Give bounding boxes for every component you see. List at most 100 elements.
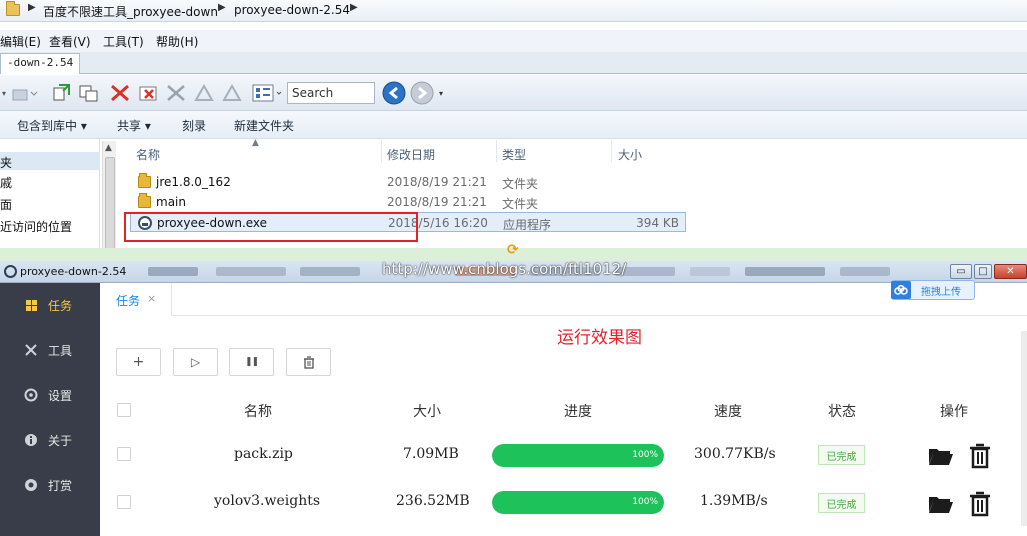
select-all-checkbox[interactable] — [117, 403, 131, 417]
sort-up-icon: ▲ — [252, 138, 259, 148]
progress-label: 100% — [632, 450, 658, 460]
dropdown-arrow-icon[interactable]: ▾ — [0, 82, 8, 104]
sidebar-item-donate[interactable]: 打赏 — [0, 463, 100, 507]
menu-edit[interactable]: 编辑(E) — [0, 33, 41, 50]
column-header-speed: 速度 — [714, 404, 742, 420]
delete-window-icon[interactable] — [136, 82, 162, 104]
folder-icon — [138, 173, 151, 188]
nav-scrollbar[interactable]: ▲ — [102, 141, 116, 248]
sidebar-item-label: 打赏 — [48, 478, 73, 493]
navigation-pane: 夹 戚 面 近访问的位置 — [0, 139, 100, 248]
app-main: 任务 × 拖拽上传 运行效果图 + ▷ ❚❚ 名称 大小 进度 速度 状态 操作 — [100, 280, 1027, 536]
column-divider[interactable] — [611, 140, 612, 162]
scroll-thumb[interactable] — [105, 157, 115, 248]
taskbar-blur — [148, 267, 198, 276]
delete-icon[interactable] — [108, 82, 132, 104]
app-window: proxyee-down-2.54 ▭ □ ✕ 任务 工具 设置 关于 打赏 任… — [0, 261, 1027, 536]
nav-item-recent[interactable]: 近访问的位置 — [0, 218, 72, 235]
pause-button[interactable]: ❚❚ — [229, 348, 274, 376]
breadcrumb-segment[interactable]: 百度不限速工具_proxyee-down — [43, 3, 218, 20]
folder-icon — [138, 193, 151, 208]
tab-strip: -down-2.54 — [0, 52, 1027, 74]
menu-view[interactable]: 查看(V) — [49, 33, 91, 50]
column-header-type[interactable]: 类型 — [502, 146, 526, 163]
column-divider[interactable] — [496, 140, 497, 162]
trash-icon — [970, 443, 990, 469]
task-speed: 1.39MB/s — [700, 493, 768, 509]
task-size: 7.09MB — [403, 446, 459, 462]
sidebar-item-label: 任务 — [48, 298, 73, 313]
task-size: 236.52MB — [396, 493, 470, 509]
open-folder-button[interactable] — [928, 446, 954, 466]
nav-item-desktop[interactable]: 面 — [0, 196, 12, 213]
sidebar-item-settings[interactable]: 设置 — [0, 373, 100, 417]
column-header-size[interactable]: 大小 — [618, 146, 642, 163]
delete-task-button[interactable] — [968, 491, 992, 517]
sidebar-item-label: 关于 — [48, 433, 73, 448]
file-row[interactable]: jre1.8.0_162 2018/8/19 21:21 文件夹 — [130, 172, 686, 192]
column-divider[interactable] — [381, 140, 382, 162]
taskbar-blur — [216, 267, 286, 276]
row-checkbox[interactable] — [117, 495, 131, 509]
menu-tools[interactable]: 工具(T) — [103, 33, 144, 50]
sidebar-item-tasks[interactable]: 任务 — [0, 283, 100, 327]
start-button[interactable]: ▷ — [173, 348, 218, 376]
delete-button[interactable] — [286, 348, 331, 376]
folder-icon — [929, 449, 953, 465]
toolbar: ▾ Search ▾ — [0, 75, 1027, 111]
delete-task-button[interactable] — [968, 443, 992, 469]
progress-bar: 100% — [492, 444, 664, 467]
include-in-library-button[interactable]: 包含到库中 ▾ — [17, 117, 87, 134]
back-icon[interactable] — [381, 81, 407, 105]
column-header-name[interactable]: 名称 — [136, 146, 160, 163]
column-header-date[interactable]: 修改日期 — [387, 146, 435, 163]
up-folder-icon[interactable] — [10, 82, 40, 104]
chevron-right-icon: ▶ — [350, 2, 358, 13]
sidebar-item-tools[interactable]: 工具 — [0, 328, 100, 372]
nav-item-downloads[interactable]: 戚 — [0, 174, 12, 191]
watermark: http://www.cnblogs.com/ftl1012/ — [382, 260, 627, 278]
nav-item-favorites[interactable]: 夹 — [0, 152, 100, 170]
minimize-button[interactable]: ▭ — [950, 264, 972, 279]
redo-icon[interactable] — [219, 82, 245, 104]
progress-bar: 100% — [492, 491, 664, 514]
maximize-button[interactable]: □ — [974, 264, 992, 279]
scroll-up-icon[interactable]: ▲ — [105, 143, 112, 153]
taskbar-blur — [745, 267, 825, 276]
search-input[interactable]: Search — [287, 82, 375, 104]
tab-current-folder[interactable]: -down-2.54 — [0, 53, 81, 74]
tab-bar: 任务 × 拖拽上传 — [100, 280, 1027, 316]
file-row[interactable]: main 2018/8/19 21:21 文件夹 — [130, 192, 686, 212]
forward-icon[interactable] — [409, 81, 435, 105]
view-mode-icon[interactable] — [250, 82, 284, 104]
address-bar[interactable]: ▶ 百度不限速工具_proxyee-down ▶ proxyee-down-2.… — [0, 0, 1027, 22]
upload-chip-label: 拖拽上传 — [921, 286, 961, 298]
close-button[interactable]: ✕ — [994, 264, 1027, 279]
content-scrollbar[interactable] — [1021, 331, 1027, 526]
task-name: pack.zip — [234, 446, 293, 462]
folder-icon — [6, 1, 20, 16]
dropdown-arrow-icon[interactable]: ▾ — [436, 82, 446, 104]
burn-button[interactable]: 刻录 — [182, 117, 206, 134]
menu-help[interactable]: 帮助(H) — [156, 33, 198, 50]
open-folder-button[interactable] — [928, 494, 954, 514]
add-task-button[interactable]: + — [116, 348, 161, 376]
cloud-icon — [891, 281, 911, 299]
tab-tasks[interactable]: 任务 × — [100, 283, 172, 316]
upload-chip[interactable]: 拖拽上传 — [891, 280, 975, 300]
new-folder-button[interactable]: 新建文件夹 — [234, 117, 294, 134]
taskbar-blur — [300, 267, 360, 276]
app-sidebar: 任务 工具 设置 关于 打赏 — [0, 283, 100, 536]
sidebar-item-about[interactable]: 关于 — [0, 418, 100, 462]
cut-icon[interactable] — [163, 82, 189, 104]
progress-label: 100% — [632, 497, 658, 507]
undo-icon[interactable] — [191, 82, 217, 104]
file-name: main — [156, 195, 186, 209]
close-icon[interactable]: × — [147, 292, 156, 305]
sidebar-item-label: 工具 — [48, 343, 73, 358]
share-button[interactable]: 共享 ▾ — [117, 117, 151, 134]
row-checkbox[interactable] — [117, 447, 131, 461]
copy-to-icon[interactable] — [50, 82, 74, 104]
breadcrumb-segment[interactable]: proxyee-down-2.54 — [234, 3, 350, 17]
move-to-icon[interactable] — [77, 82, 101, 104]
